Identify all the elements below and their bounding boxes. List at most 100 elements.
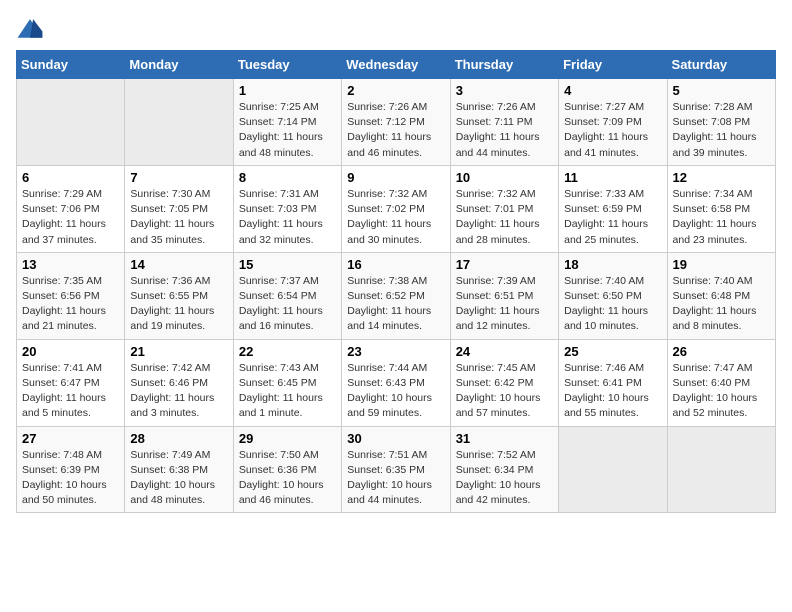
- calendar-cell: 8 Sunrise: 7:31 AM Sunset: 7:03 PM Daylig…: [233, 165, 341, 252]
- calendar-cell: 31 Sunrise: 7:52 AM Sunset: 6:34 PM Dayli…: [450, 426, 558, 513]
- day-number: 20: [22, 344, 119, 359]
- calendar-cell: 19 Sunrise: 7:40 AM Sunset: 6:48 PM Dayli…: [667, 252, 775, 339]
- day-number: 19: [673, 257, 770, 272]
- calendar-cell: [17, 79, 125, 166]
- logo: [16, 16, 48, 44]
- day-info: Sunrise: 7:42 AM Sunset: 6:46 PM Dayligh…: [130, 361, 227, 422]
- calendar-cell: 25 Sunrise: 7:46 AM Sunset: 6:41 PM Dayli…: [559, 339, 667, 426]
- day-info: Sunrise: 7:51 AM Sunset: 6:35 PM Dayligh…: [347, 448, 444, 509]
- day-number: 11: [564, 170, 661, 185]
- day-info: Sunrise: 7:27 AM Sunset: 7:09 PM Dayligh…: [564, 100, 661, 161]
- calendar-cell: 28 Sunrise: 7:49 AM Sunset: 6:38 PM Dayli…: [125, 426, 233, 513]
- calendar-cell: [559, 426, 667, 513]
- col-header-friday: Friday: [559, 51, 667, 79]
- day-info: Sunrise: 7:30 AM Sunset: 7:05 PM Dayligh…: [130, 187, 227, 248]
- logo-icon: [16, 16, 44, 44]
- header-row: SundayMondayTuesdayWednesdayThursdayFrid…: [17, 51, 776, 79]
- day-number: 22: [239, 344, 336, 359]
- day-info: Sunrise: 7:41 AM Sunset: 6:47 PM Dayligh…: [22, 361, 119, 422]
- calendar-cell: 21 Sunrise: 7:42 AM Sunset: 6:46 PM Dayli…: [125, 339, 233, 426]
- calendar-cell: [667, 426, 775, 513]
- col-header-saturday: Saturday: [667, 51, 775, 79]
- day-number: 26: [673, 344, 770, 359]
- col-header-thursday: Thursday: [450, 51, 558, 79]
- day-info: Sunrise: 7:26 AM Sunset: 7:11 PM Dayligh…: [456, 100, 553, 161]
- day-number: 31: [456, 431, 553, 446]
- day-number: 7: [130, 170, 227, 185]
- day-number: 5: [673, 83, 770, 98]
- calendar-cell: 26 Sunrise: 7:47 AM Sunset: 6:40 PM Dayli…: [667, 339, 775, 426]
- day-info: Sunrise: 7:45 AM Sunset: 6:42 PM Dayligh…: [456, 361, 553, 422]
- calendar-cell: 20 Sunrise: 7:41 AM Sunset: 6:47 PM Dayli…: [17, 339, 125, 426]
- calendar-cell: 18 Sunrise: 7:40 AM Sunset: 6:50 PM Dayli…: [559, 252, 667, 339]
- day-info: Sunrise: 7:32 AM Sunset: 7:01 PM Dayligh…: [456, 187, 553, 248]
- day-number: 6: [22, 170, 119, 185]
- day-info: Sunrise: 7:49 AM Sunset: 6:38 PM Dayligh…: [130, 448, 227, 509]
- day-number: 10: [456, 170, 553, 185]
- calendar-cell: 2Sunrise: 7:26 AM Sunset: 7:12 PM Daylig…: [342, 79, 450, 166]
- day-info: Sunrise: 7:52 AM Sunset: 6:34 PM Dayligh…: [456, 448, 553, 509]
- calendar-cell: 14 Sunrise: 7:36 AM Sunset: 6:55 PM Dayli…: [125, 252, 233, 339]
- day-info: Sunrise: 7:35 AM Sunset: 6:56 PM Dayligh…: [22, 274, 119, 335]
- day-info: Sunrise: 7:25 AM Sunset: 7:14 PM Dayligh…: [239, 100, 336, 161]
- calendar-cell: 12 Sunrise: 7:34 AM Sunset: 6:58 PM Dayli…: [667, 165, 775, 252]
- calendar-cell: 5 Sunrise: 7:28 AM Sunset: 7:08 PM Daylig…: [667, 79, 775, 166]
- day-info: Sunrise: 7:46 AM Sunset: 6:41 PM Dayligh…: [564, 361, 661, 422]
- calendar-cell: 17Sunrise: 7:39 AM Sunset: 6:51 PM Dayli…: [450, 252, 558, 339]
- day-number: 30: [347, 431, 444, 446]
- calendar-cell: 6Sunrise: 7:29 AM Sunset: 7:06 PM Daylig…: [17, 165, 125, 252]
- day-number: 21: [130, 344, 227, 359]
- calendar-cell: 1 Sunrise: 7:25 AM Sunset: 7:14 PM Daylig…: [233, 79, 341, 166]
- calendar-cell: 22 Sunrise: 7:43 AM Sunset: 6:45 PM Dayli…: [233, 339, 341, 426]
- calendar-cell: 9 Sunrise: 7:32 AM Sunset: 7:02 PM Daylig…: [342, 165, 450, 252]
- day-number: 27: [22, 431, 119, 446]
- col-header-sunday: Sunday: [17, 51, 125, 79]
- day-number: 14: [130, 257, 227, 272]
- header: [16, 16, 776, 44]
- week-row-4: 20 Sunrise: 7:41 AM Sunset: 6:47 PM Dayli…: [17, 339, 776, 426]
- day-info: Sunrise: 7:43 AM Sunset: 6:45 PM Dayligh…: [239, 361, 336, 422]
- day-number: 28: [130, 431, 227, 446]
- calendar-cell: 27Sunrise: 7:48 AM Sunset: 6:39 PM Dayli…: [17, 426, 125, 513]
- day-info: Sunrise: 7:31 AM Sunset: 7:03 PM Dayligh…: [239, 187, 336, 248]
- day-number: 23: [347, 344, 444, 359]
- calendar-cell: [125, 79, 233, 166]
- calendar-cell: 10 Sunrise: 7:32 AM Sunset: 7:01 PM Dayli…: [450, 165, 558, 252]
- calendar-cell: 24Sunrise: 7:45 AM Sunset: 6:42 PM Dayli…: [450, 339, 558, 426]
- day-number: 29: [239, 431, 336, 446]
- calendar-cell: 15Sunrise: 7:37 AM Sunset: 6:54 PM Dayli…: [233, 252, 341, 339]
- day-info: Sunrise: 7:33 AM Sunset: 6:59 PM Dayligh…: [564, 187, 661, 248]
- calendar-cell: 7 Sunrise: 7:30 AM Sunset: 7:05 PM Daylig…: [125, 165, 233, 252]
- calendar-cell: 3 Sunrise: 7:26 AM Sunset: 7:11 PM Daylig…: [450, 79, 558, 166]
- day-info: Sunrise: 7:28 AM Sunset: 7:08 PM Dayligh…: [673, 100, 770, 161]
- day-number: 12: [673, 170, 770, 185]
- day-number: 3: [456, 83, 553, 98]
- day-number: 1: [239, 83, 336, 98]
- day-number: 15: [239, 257, 336, 272]
- day-number: 9: [347, 170, 444, 185]
- day-info: Sunrise: 7:34 AM Sunset: 6:58 PM Dayligh…: [673, 187, 770, 248]
- day-number: 8: [239, 170, 336, 185]
- day-info: Sunrise: 7:32 AM Sunset: 7:02 PM Dayligh…: [347, 187, 444, 248]
- calendar-cell: 16 Sunrise: 7:38 AM Sunset: 6:52 PM Dayli…: [342, 252, 450, 339]
- week-row-2: 6Sunrise: 7:29 AM Sunset: 7:06 PM Daylig…: [17, 165, 776, 252]
- day-info: Sunrise: 7:38 AM Sunset: 6:52 PM Dayligh…: [347, 274, 444, 335]
- day-info: Sunrise: 7:40 AM Sunset: 6:50 PM Dayligh…: [564, 274, 661, 335]
- day-number: 16: [347, 257, 444, 272]
- day-number: 18: [564, 257, 661, 272]
- calendar-cell: 23Sunrise: 7:44 AM Sunset: 6:43 PM Dayli…: [342, 339, 450, 426]
- day-info: Sunrise: 7:36 AM Sunset: 6:55 PM Dayligh…: [130, 274, 227, 335]
- day-number: 2: [347, 83, 444, 98]
- week-row-1: 1 Sunrise: 7:25 AM Sunset: 7:14 PM Daylig…: [17, 79, 776, 166]
- day-number: 4: [564, 83, 661, 98]
- day-info: Sunrise: 7:40 AM Sunset: 6:48 PM Dayligh…: [673, 274, 770, 335]
- day-number: 25: [564, 344, 661, 359]
- col-header-wednesday: Wednesday: [342, 51, 450, 79]
- week-row-5: 27Sunrise: 7:48 AM Sunset: 6:39 PM Dayli…: [17, 426, 776, 513]
- day-number: 13: [22, 257, 119, 272]
- day-number: 17: [456, 257, 553, 272]
- day-info: Sunrise: 7:47 AM Sunset: 6:40 PM Dayligh…: [673, 361, 770, 422]
- day-info: Sunrise: 7:50 AM Sunset: 6:36 PM Dayligh…: [239, 448, 336, 509]
- calendar-table: SundayMondayTuesdayWednesdayThursdayFrid…: [16, 50, 776, 513]
- week-row-3: 13 Sunrise: 7:35 AM Sunset: 6:56 PM Dayli…: [17, 252, 776, 339]
